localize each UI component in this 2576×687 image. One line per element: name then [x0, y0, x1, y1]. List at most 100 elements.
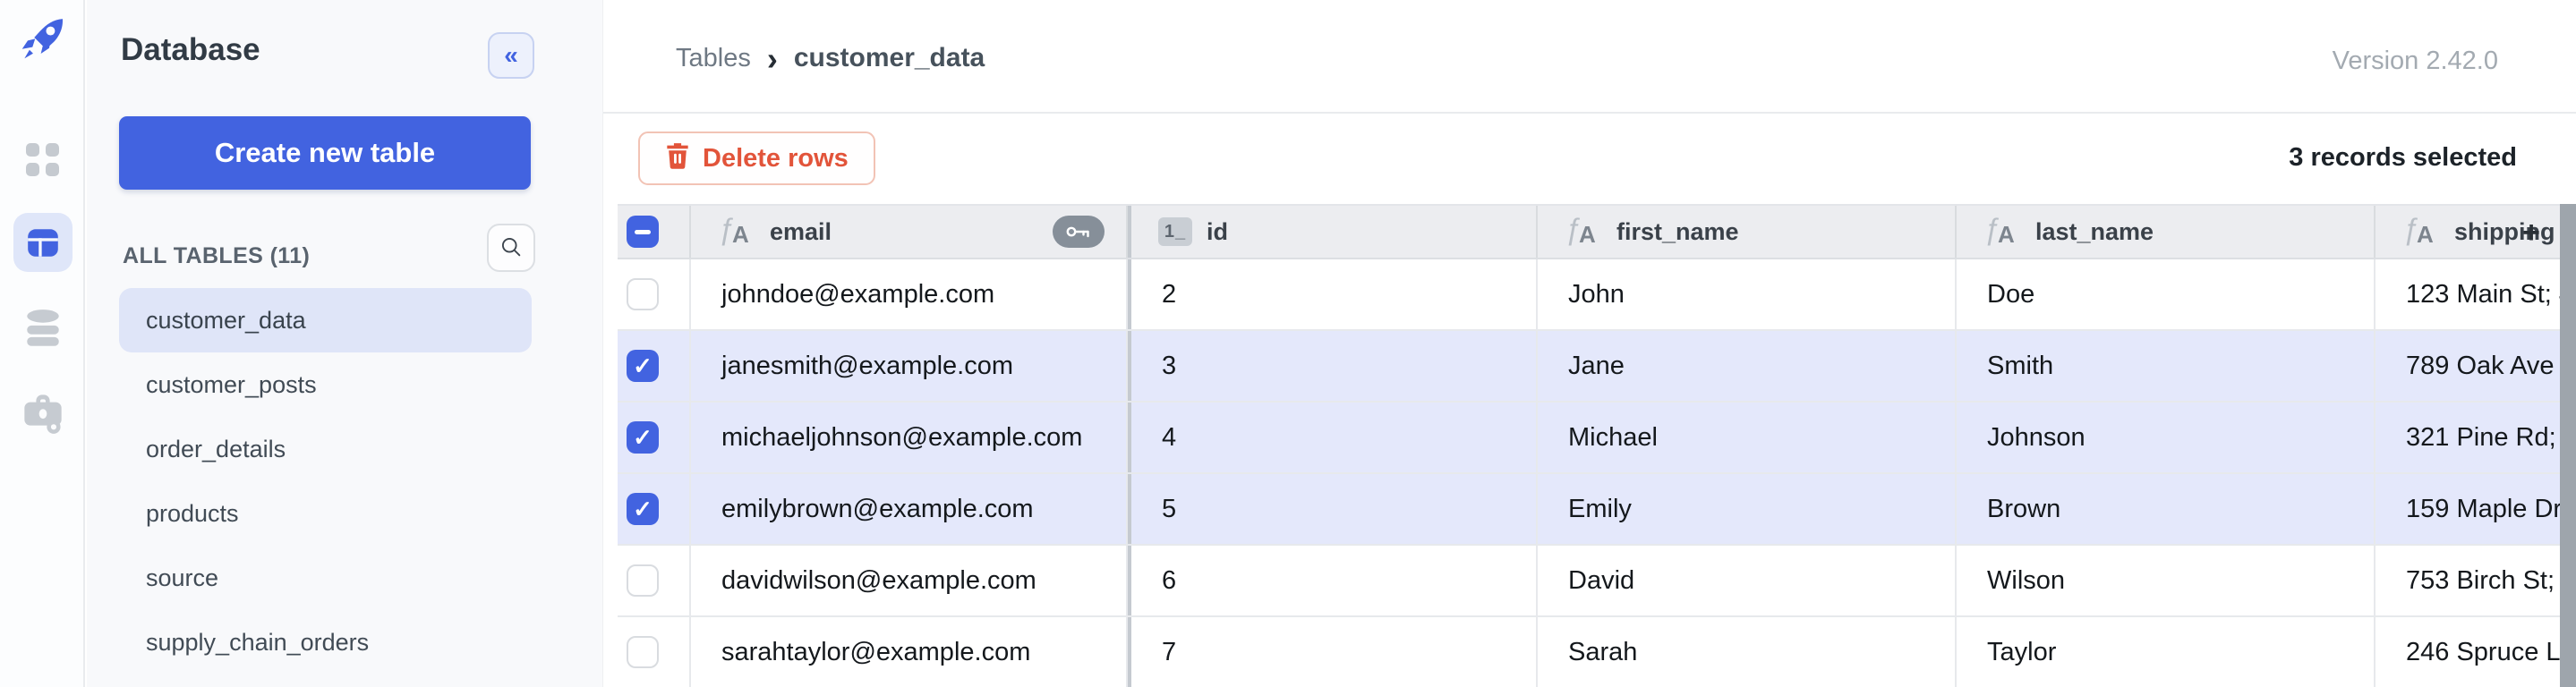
sidebar-table-item[interactable]: customer_posts: [119, 352, 532, 417]
sidebar-table-item-label: customer_data: [146, 307, 306, 335]
cell-id[interactable]: 7: [1128, 617, 1538, 687]
row-checkbox-cell: ✓: [618, 474, 691, 544]
text-type-icon: ƒA: [1565, 214, 1602, 250]
row-checkbox-cell: ✓: [618, 331, 691, 401]
cell-id[interactable]: 4: [1128, 403, 1538, 472]
text-type-icon: ƒA: [1983, 214, 2021, 250]
cell-shipping[interactable]: 789 Oak Ave: [2376, 331, 2576, 401]
sidebar-table-item[interactable]: customer_data: [119, 288, 532, 352]
cell-email[interactable]: emilybrown@example.com: [691, 474, 1128, 544]
cell-shipping[interactable]: 321 Pine Rd; 654 C: [2376, 403, 2576, 472]
table-row: ✓ emilybrown@example.com 5 Emily Brown 1…: [618, 474, 2576, 546]
cell-first-name[interactable]: David: [1538, 546, 1957, 615]
selection-count: 3 records selected: [2289, 143, 2517, 173]
cell-shipping[interactable]: 246 Spruce Ln: [2376, 617, 2576, 687]
table-row: ✓ michaeljohnson@example.com 4 Michael J…: [618, 403, 2576, 474]
breadcrumb: Tables › customer_data: [676, 43, 985, 73]
sidebar-table-item-label: customer_posts: [146, 371, 317, 399]
page-title: Database: [121, 32, 260, 68]
column-label: email: [770, 218, 832, 246]
sidebar: Database « Create new table ALL TABLES (…: [87, 0, 603, 687]
breadcrumb-current-table: customer_data: [794, 43, 985, 73]
cell-id[interactable]: 6: [1128, 546, 1538, 615]
cell-id[interactable]: 3: [1128, 331, 1538, 401]
cell-first-name[interactable]: Michael: [1538, 403, 1957, 472]
cell-email[interactable]: sarahtaylor@example.com: [691, 617, 1128, 687]
cell-id[interactable]: 2: [1128, 259, 1538, 329]
icon-rail: [0, 0, 85, 687]
version-label: Version 2.42.0: [2333, 47, 2498, 76]
cell-email[interactable]: davidwilson@example.com: [691, 546, 1128, 615]
tables-list: customer_data customer_posts order_detai…: [87, 288, 602, 674]
cell-first-name[interactable]: Jane: [1538, 331, 1957, 401]
text-type-icon: ƒA: [718, 214, 755, 250]
column-label: last_name: [2035, 218, 2154, 246]
toolbox-nav-icon[interactable]: [0, 390, 85, 435]
sidebar-table-item-label: supply_chain_orders: [146, 629, 369, 657]
chevrons-left-icon: «: [504, 41, 518, 70]
sidebar-table-item[interactable]: order_details: [119, 417, 532, 481]
sidebar-table-item[interactable]: source: [119, 546, 532, 610]
table-row: sarahtaylor@example.com 7 Sarah Taylor 2…: [618, 617, 2576, 687]
vertical-scrollbar[interactable]: [2560, 204, 2576, 687]
row-checkbox[interactable]: ✓: [627, 350, 659, 382]
sidebar-table-item[interactable]: products: [119, 481, 532, 546]
sidebar-table-item[interactable]: supply_chain_orders: [119, 610, 532, 674]
delete-rows-button[interactable]: Delete rows: [638, 131, 875, 185]
cell-last-name[interactable]: Taylor: [1957, 617, 2376, 687]
header-checkbox-cell: [618, 206, 691, 258]
cell-shipping[interactable]: 123 Main St; 456 E: [2376, 259, 2576, 329]
grid-dots: [26, 143, 59, 176]
cell-first-name[interactable]: John: [1538, 259, 1957, 329]
select-all-checkbox[interactable]: [627, 216, 659, 248]
collapse-sidebar-button[interactable]: «: [488, 32, 534, 79]
row-checkbox[interactable]: ✓: [627, 421, 659, 454]
apps-grid-icon[interactable]: [0, 143, 85, 176]
indeterminate-dash: [635, 230, 651, 234]
column-header-last-name[interactable]: ƒA last_name: [1957, 206, 2376, 258]
cell-email[interactable]: johndoe@example.com: [691, 259, 1128, 329]
column-header-first-name[interactable]: ƒA first_name: [1538, 206, 1957, 258]
cell-first-name[interactable]: Sarah: [1538, 617, 1957, 687]
row-checkbox[interactable]: [627, 278, 659, 310]
delete-rows-label: Delete rows: [703, 144, 849, 174]
column-header-email[interactable]: ƒA email: [691, 206, 1128, 258]
cell-last-name[interactable]: Doe: [1957, 259, 2376, 329]
number-type-icon: 1_: [1158, 217, 1192, 246]
search-tables-button[interactable]: [487, 224, 535, 272]
column-label: first_name: [1616, 218, 1739, 246]
tables-nav-icon[interactable]: [0, 213, 85, 272]
sidebar-table-item-label: source: [146, 564, 218, 592]
table-row: davidwilson@example.com 6 David Wilson 7…: [618, 546, 2576, 617]
cell-email[interactable]: janesmith@example.com: [691, 331, 1128, 401]
create-new-table-button[interactable]: Create new table: [119, 116, 531, 190]
cell-last-name[interactable]: Smith: [1957, 331, 2376, 401]
breadcrumb-tables-link[interactable]: Tables: [676, 44, 751, 73]
cell-id[interactable]: 5: [1128, 474, 1538, 544]
cell-last-name[interactable]: Wilson: [1957, 546, 2376, 615]
row-checkbox[interactable]: ✓: [627, 493, 659, 525]
database-nav-icon[interactable]: [0, 308, 85, 351]
table-row: ✓ janesmith@example.com 3 Jane Smith 789…: [618, 331, 2576, 403]
cell-first-name[interactable]: Emily: [1538, 474, 1957, 544]
cell-shipping[interactable]: 753 Birch St; 951 W: [2376, 546, 2576, 615]
app-logo-rocket-icon[interactable]: [0, 14, 85, 63]
row-checkbox[interactable]: [627, 636, 659, 668]
column-header-id[interactable]: 1_ id: [1128, 206, 1538, 258]
main-header: Tables › customer_data Version 2.42.0: [603, 0, 2576, 114]
active-nav-pill: [13, 213, 73, 272]
cell-last-name[interactable]: Brown: [1957, 474, 2376, 544]
all-tables-heading: ALL TABLES (11): [123, 243, 310, 269]
row-checkbox-cell: ✓: [618, 403, 691, 472]
cell-email[interactable]: michaeljohnson@example.com: [691, 403, 1128, 472]
primary-key-icon: [1053, 216, 1105, 248]
cell-shipping[interactable]: 159 Maple Dr: [2376, 474, 2576, 544]
table-row: johndoe@example.com 2 John Doe 123 Main …: [618, 259, 2576, 331]
row-checkbox-cell: [618, 546, 691, 615]
cell-last-name[interactable]: Johnson: [1957, 403, 2376, 472]
row-checkbox-cell: [618, 259, 691, 329]
table-header-row: ƒA email 1_ id ƒA first_name: [618, 204, 2576, 259]
row-checkbox[interactable]: [627, 564, 659, 597]
add-column-button[interactable]: +: [2513, 215, 2549, 250]
sidebar-table-item-label: order_details: [146, 436, 286, 463]
